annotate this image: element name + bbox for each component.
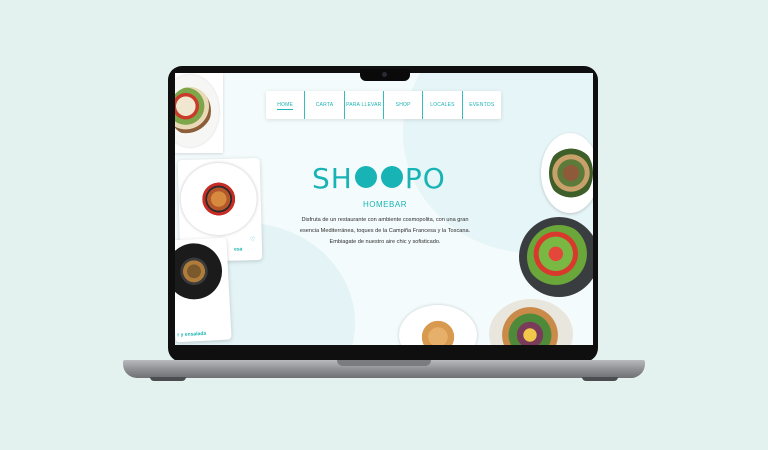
website-screen: esa ♡ r y ensalada HOME CARTA PARA LLEVA… — [175, 73, 593, 345]
nav-carta[interactable]: CARTA — [304, 91, 343, 119]
description-line: Embiagate de nuestro aire chic y sofisti… — [329, 239, 441, 245]
logo-circle-icon — [354, 166, 377, 188]
brand-logo[interactable]: SH PO — [312, 164, 458, 194]
nav-locales[interactable]: LOCALES — [422, 91, 461, 119]
nav-home[interactable]: HOME — [266, 91, 304, 119]
laptop-groove — [337, 360, 431, 366]
card-title: r y ensalada — [177, 330, 207, 339]
heart-icon[interactable]: ♡ — [250, 236, 256, 243]
nav-shop[interactable]: SHOP — [382, 91, 422, 119]
food-card-top[interactable] — [175, 73, 223, 153]
main-navigation: HOME CARTA PARA LLEVAR SHOP LOCALES EVEN… — [266, 91, 501, 119]
logo-text-end: PO — [404, 162, 446, 195]
food-card-bowl[interactable]: r y ensalada — [175, 237, 232, 343]
nav-para-llevar[interactable]: PARA LLEVAR — [343, 91, 383, 119]
hero-description: Disfruta de un restaurante con ambiente … — [283, 215, 487, 248]
brand-subtitle: HOMEBAR — [363, 200, 407, 209]
logo-text-start: SH — [312, 162, 353, 195]
laptop-foot — [150, 377, 186, 381]
description-line: Disfruta de un restaurante con ambiente … — [301, 217, 469, 223]
laptop-foot — [582, 377, 618, 381]
nav-eventos[interactable]: EVENTOS — [461, 91, 501, 119]
logo-circle-icon — [380, 166, 403, 188]
card-title: esa — [233, 246, 243, 253]
description-line: esencia Mediterránea, toques de la Campi… — [299, 228, 471, 234]
camera-icon — [382, 72, 387, 77]
